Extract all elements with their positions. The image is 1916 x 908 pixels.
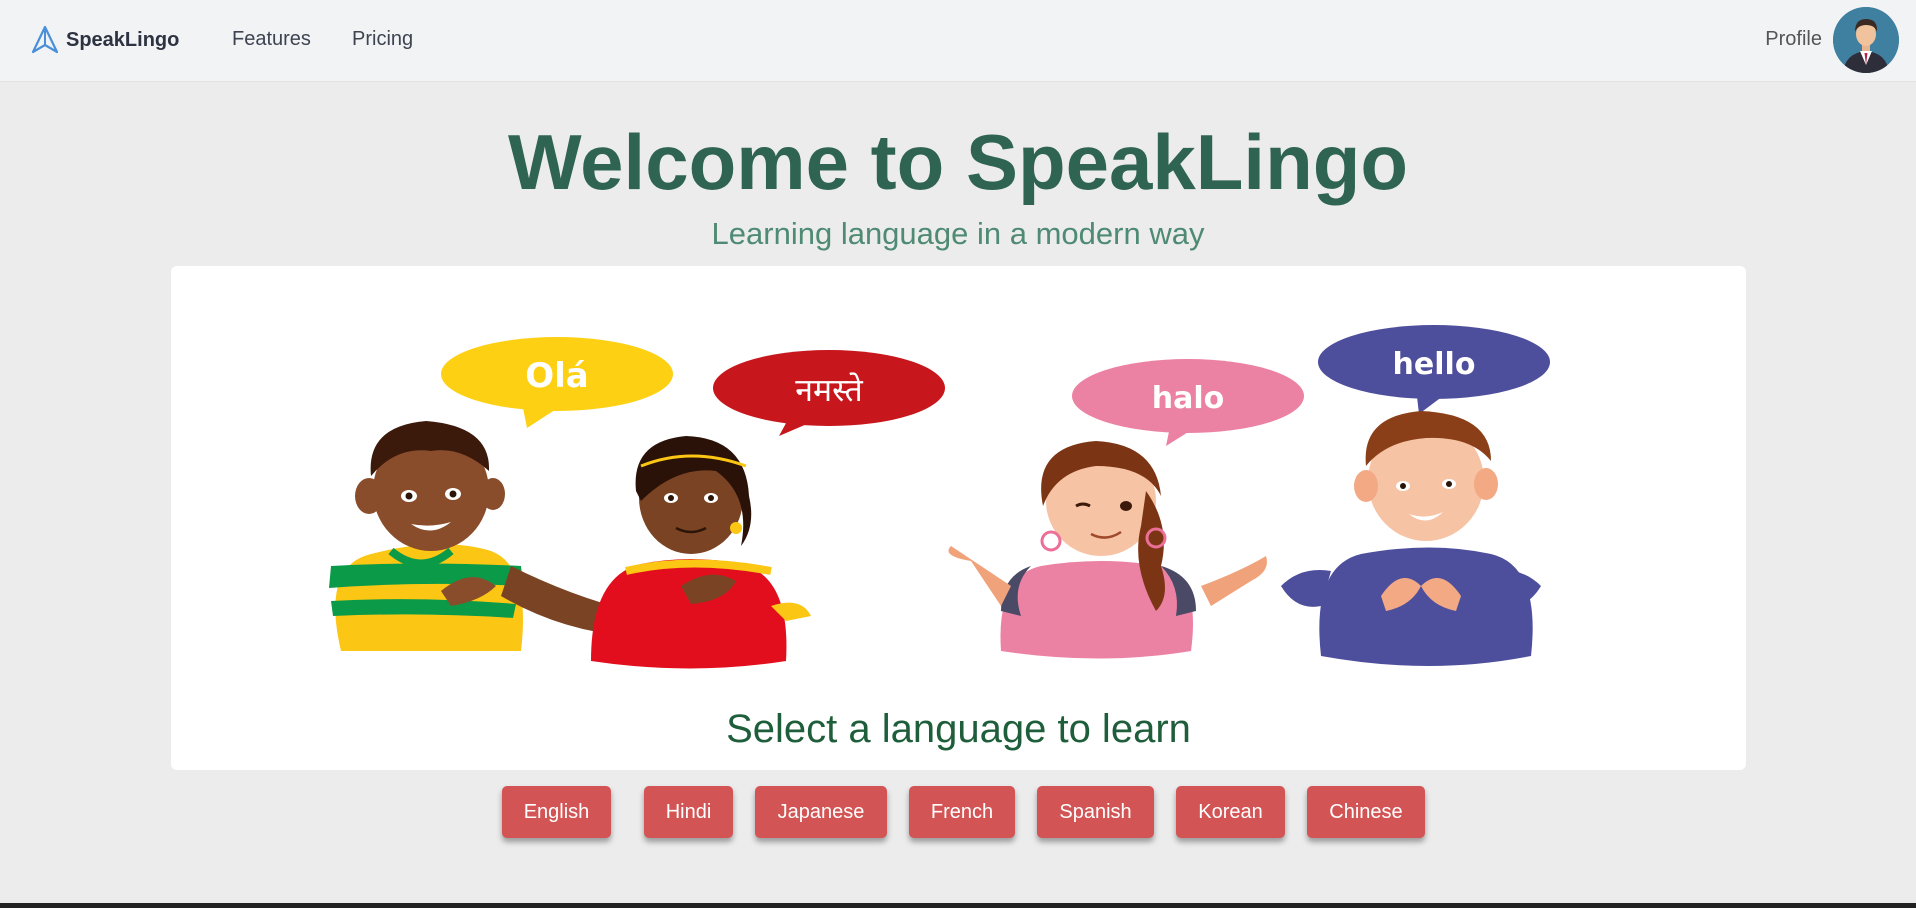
avatar[interactable]	[1833, 7, 1899, 73]
page-subtitle: Learning language in a modern way	[711, 216, 1205, 251]
language-button-spanish[interactable]: Spanish	[1037, 786, 1154, 838]
nav-link-features[interactable]: Features	[232, 28, 311, 51]
person-2	[591, 436, 811, 669]
user-avatar-icon	[1833, 7, 1899, 73]
hero-card: Olá नमस्ते halo hello Select a language …	[171, 266, 1746, 770]
greeting-text-1: नमस्ते	[795, 371, 863, 409]
language-button-korean[interactable]: Korean	[1176, 786, 1285, 838]
language-button-japanese[interactable]: Japanese	[755, 786, 887, 838]
profile-link[interactable]: Profile	[1765, 28, 1822, 51]
person-1	[329, 421, 631, 651]
greeting-text-2: halo	[1152, 381, 1225, 416]
person-3	[948, 441, 1267, 659]
top-navbar: SpeakLingo Features Pricing Profile	[0, 0, 1916, 82]
speech-bubble-indonesian: halo	[1072, 359, 1304, 446]
language-button-hindi[interactable]: Hindi	[644, 786, 733, 838]
language-button-chinese[interactable]: Chinese	[1307, 786, 1425, 838]
people-greeting-illustration: Olá नमस्ते halo hello	[329, 325, 1550, 669]
brand-logo-link[interactable]: SpeakLingo	[31, 25, 179, 55]
greeting-text-3: hello	[1393, 347, 1476, 382]
language-button-french[interactable]: French	[909, 786, 1015, 838]
page-title: Welcome to SpeakLingo	[507, 118, 1409, 206]
speech-bubble-portuguese: Olá	[441, 337, 673, 428]
greeting-text-0: Olá	[525, 356, 589, 396]
nav-link-pricing[interactable]: Pricing	[352, 28, 413, 51]
speech-bubble-hindi: नमस्ते	[713, 350, 945, 436]
bottom-edge-bar	[0, 903, 1916, 908]
speech-bubble-english: hello	[1318, 325, 1550, 414]
brand-name: SpeakLingo	[66, 28, 180, 51]
paper-plane-icon	[31, 25, 59, 54]
language-button-english[interactable]: English	[502, 786, 611, 838]
select-language-prompt: Select a language to learn	[726, 707, 1191, 751]
person-4	[1281, 411, 1541, 666]
